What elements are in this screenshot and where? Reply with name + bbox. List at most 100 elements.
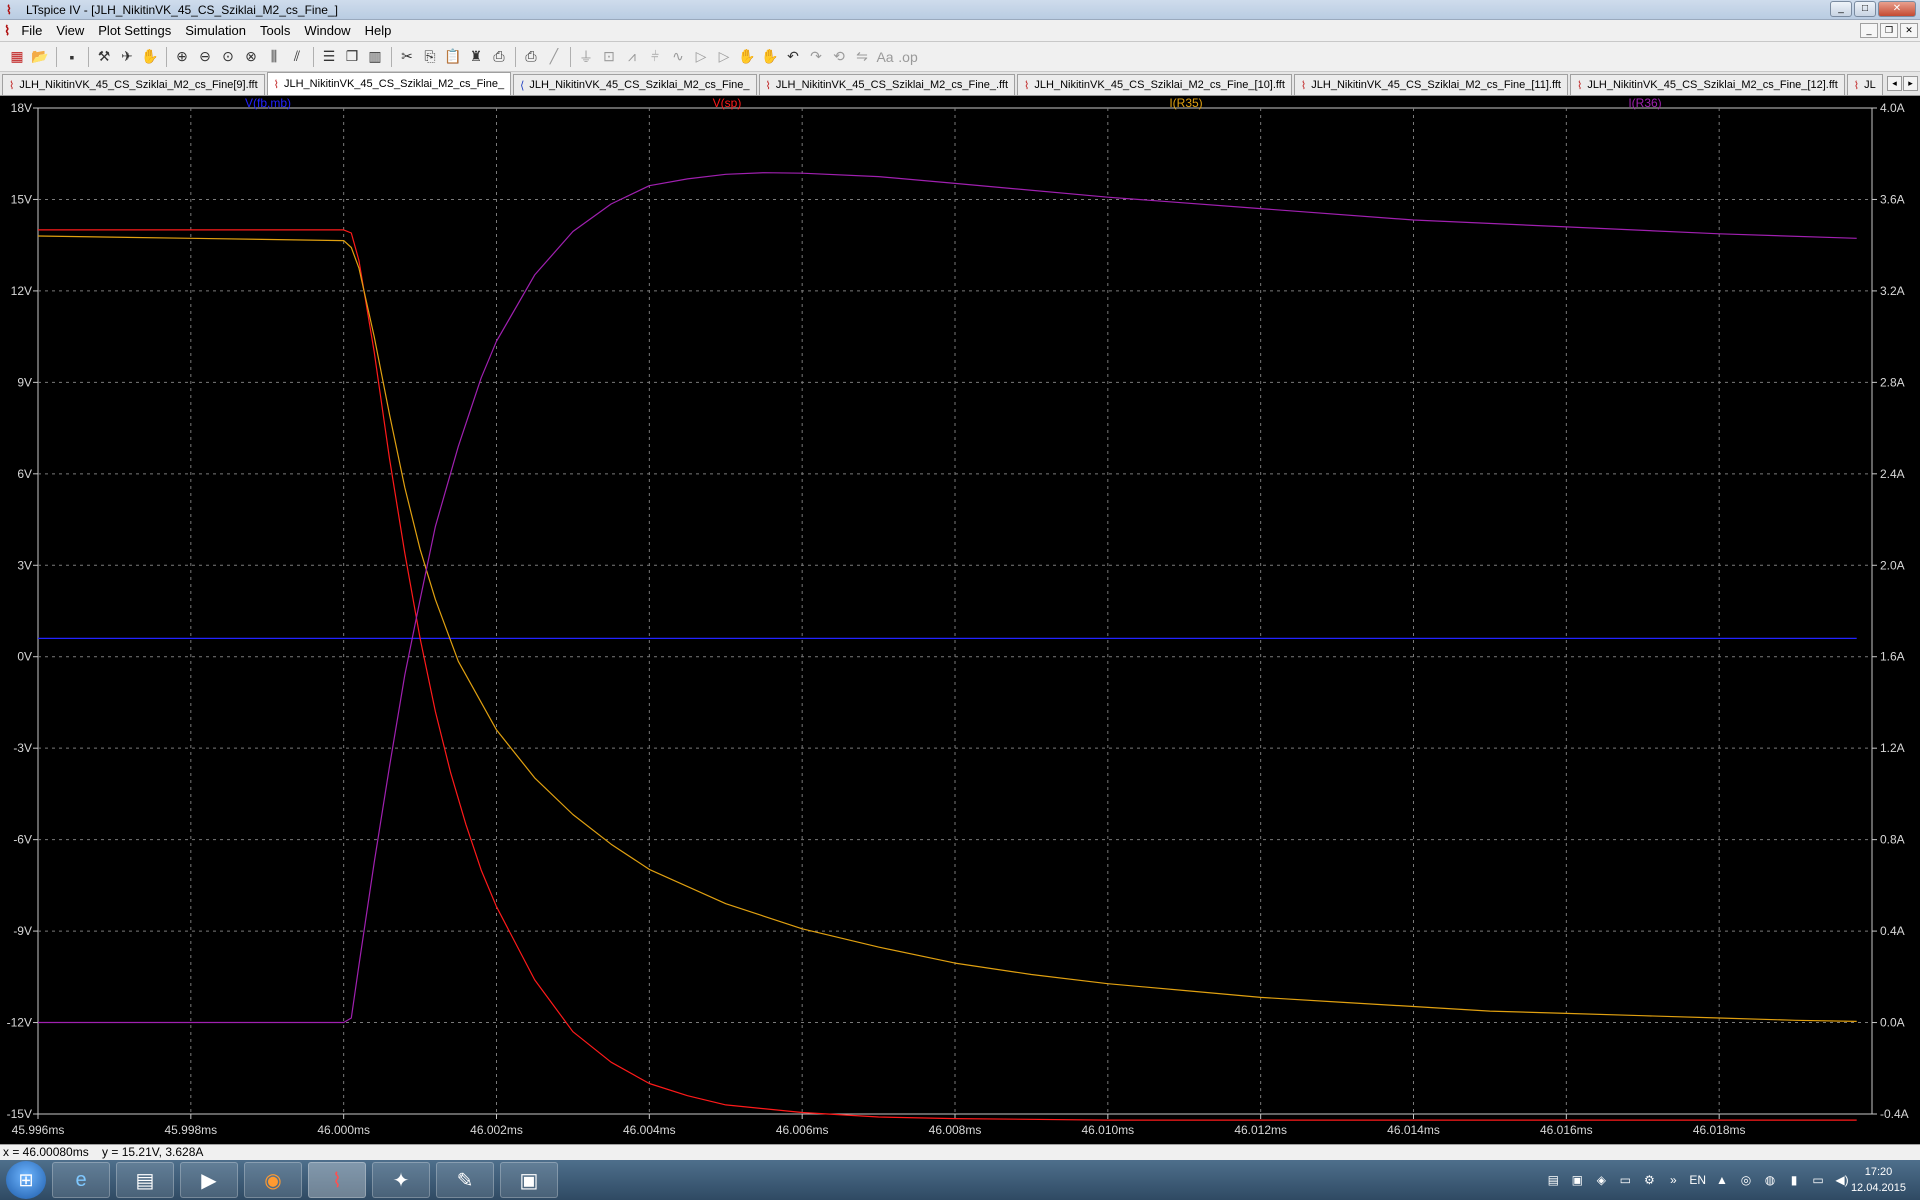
ground-icon[interactable]: ⏚ [575,46,597,68]
firefox-icon[interactable]: ◉ [244,1162,302,1198]
tray-settings-icon[interactable]: ⚙ [1641,1172,1657,1188]
tab-7[interactable]: ⌇ JL [1846,74,1883,95]
diode-icon[interactable]: ▷ [690,46,712,68]
autorange-icon[interactable]: ⫼ [263,46,285,68]
paste-icon[interactable]: 📋 [442,46,464,68]
label-icon[interactable]: ⊡ [598,46,620,68]
tab-2[interactable]: ⟨ JLH_NikitinVK_45_CS_Sziklai_M2_cs_Fine_ [513,74,757,95]
tab-0[interactable]: ⌇ JLH_NikitinVK_45_CS_Sziklai_M2_cs_Fine[… [2,74,265,95]
tab-4[interactable]: ⌇ JLH_NikitinVK_45_CS_Sziklai_M2_cs_Fine_… [1017,74,1292,95]
zoom-in-icon[interactable]: ⊕ [171,46,193,68]
copy-icon[interactable]: ⎘ [419,46,441,68]
menu-window[interactable]: Window [297,20,357,42]
tile-vertical-icon[interactable]: ▥ [364,46,386,68]
tray-antivirus-icon[interactable]: ◎ [1738,1172,1754,1188]
print-icon[interactable]: ⎙ [520,46,542,68]
menu-file[interactable]: File [14,20,49,42]
document-menu-icon[interactable]: ⌇ [0,20,14,42]
tab-scroll-right-button[interactable]: ▸ [1903,76,1918,91]
menu-tools[interactable]: Tools [253,20,297,42]
y-left-tick-label: -9V [13,924,32,938]
text-icon[interactable]: Aa [874,46,896,68]
tab-scroll-left-button[interactable]: ◂ [1887,76,1902,91]
tray-battery-icon[interactable]: ▮ [1786,1172,1802,1188]
y-right-tick-label: 1.2A [1880,741,1905,755]
halt-icon[interactable]: ✋ [139,46,161,68]
close-button[interactable]: ✕ [1878,1,1916,17]
undo-icon[interactable]: ↶ [782,46,804,68]
tray-show-hidden-icon[interactable]: ▲ [1714,1172,1730,1188]
menu-help[interactable]: Help [358,20,399,42]
y-right-tick-label: 0.8A [1880,833,1905,847]
cascade-icon[interactable]: ❐ [341,46,363,68]
tile-horizontal-icon[interactable]: ☰ [318,46,340,68]
redo-icon[interactable]: ↷ [805,46,827,68]
y-left-tick-label: 3V [17,558,32,572]
open-icon[interactable]: 📂 [29,46,51,68]
autorange-y-icon[interactable]: ⫽ [286,46,308,68]
language-indicator[interactable]: EN [1689,1173,1706,1187]
mdi-minimize-button[interactable]: _ [1860,23,1878,38]
ltspice-icon[interactable]: ⌇ [308,1162,366,1198]
trace-i-r35-[interactable] [37,235,1857,1022]
tray-display-icon[interactable]: ▭ [1810,1172,1826,1188]
media-player-icon[interactable]: ▶ [180,1162,238,1198]
spice-directive-icon[interactable]: .op [897,46,919,68]
menu-view[interactable]: View [49,20,91,42]
trace-i-r36-[interactable] [38,172,1857,1024]
print-preview-icon[interactable]: ⎙ [488,46,510,68]
drag-icon[interactable]: ✋ [759,46,781,68]
zoom-out-icon[interactable]: ⊖ [194,46,216,68]
internet-explorer-icon[interactable]: e [52,1162,110,1198]
tray-volume-icon[interactable]: ◀) [1834,1172,1850,1188]
tab-6[interactable]: ⌇ JLH_NikitinVK_45_CS_Sziklai_M2_cs_Fine_… [1569,74,1845,95]
mdi-close-button[interactable]: ✕ [1900,23,1918,38]
tray-app-icon[interactable]: ▣ [1569,1172,1585,1188]
legend-v-fb-mb-[interactable]: V(fb,mb) [245,96,291,110]
paint-icon[interactable]: ✎ [436,1162,494,1198]
capacitor-icon[interactable]: ⫩ [644,46,666,68]
image-viewer-icon[interactable]: ▣ [500,1162,558,1198]
trace-v-sp-[interactable] [38,229,1857,1121]
tab-1[interactable]: ⌇ JLH_NikitinVK_45_CS_Sziklai_M2_cs_Fine_ [266,72,512,95]
cut-icon[interactable]: ✂ [396,46,418,68]
system-clock[interactable]: 17:20 12.04.2015 [1851,1164,1906,1196]
fox-app-icon[interactable]: ✦ [372,1162,430,1198]
resistor-icon[interactable]: ⩘ [621,46,643,68]
x-tick-label: 46.008ms [929,1123,982,1137]
menu-plot-settings[interactable]: Plot Settings [91,20,178,42]
ltspice-app-icon[interactable]: ⌇ [6,3,20,17]
menu-simulation[interactable]: Simulation [178,20,253,42]
waveform-plot-pane[interactable]: 45.996ms 45.998ms 46.000ms 46.002ms 46.004ms… [0,96,1920,1144]
tray-folder-icon[interactable]: ▤ [1545,1172,1561,1188]
tab-3[interactable]: ⌇ JLH_NikitinVK_45_CS_Sziklai_M2_cs_Fine_… [758,74,1016,95]
x-tick-label: 46.006ms [776,1123,829,1137]
minimize-button[interactable]: _ [1830,1,1852,17]
save-icon[interactable]: ▪ [61,46,83,68]
zoom-full-icon[interactable]: ⊙ [217,46,239,68]
tray-network-icon[interactable]: ◈ [1593,1172,1609,1188]
component-icon[interactable]: ▷ [713,46,735,68]
rotate-icon[interactable]: ⟲ [828,46,850,68]
find-icon[interactable]: ♜ [465,46,487,68]
legend-i-r35-[interactable]: I(R35) [1169,96,1202,110]
new-schematic-icon[interactable]: ▦ [6,46,28,68]
move-icon[interactable]: ✋ [736,46,758,68]
run-icon[interactable]: ✈ [116,46,138,68]
maximize-button[interactable]: □ [1854,1,1876,17]
tray-globe-icon[interactable]: ◍ [1762,1172,1778,1188]
tray-expand-icon[interactable]: » [1665,1172,1681,1188]
inductor-icon[interactable]: ∿ [667,46,689,68]
file-explorer-icon[interactable]: ▤ [116,1162,174,1198]
start-button[interactable]: ⊞ [6,1161,46,1199]
legend-i-r36-[interactable]: I(R36) [1628,96,1661,110]
tray-monitor-icon[interactable]: ▭ [1617,1172,1633,1188]
waveform-chart[interactable]: 45.996ms 45.998ms 46.000ms 46.002ms 46.004ms… [0,96,1920,1144]
control-panel-icon[interactable]: ⚒ [93,46,115,68]
mdi-restore-button[interactable]: ❐ [1880,23,1898,38]
tab-5[interactable]: ⌇ JLH_NikitinVK_45_CS_Sziklai_M2_cs_Fine_… [1293,74,1568,95]
wire-icon[interactable]: ╱ [543,46,565,68]
legend-v-sp-[interactable]: V(sp) [713,96,742,110]
mirror-icon[interactable]: ⇋ [851,46,873,68]
zoom-cancel-icon[interactable]: ⊗ [240,46,262,68]
